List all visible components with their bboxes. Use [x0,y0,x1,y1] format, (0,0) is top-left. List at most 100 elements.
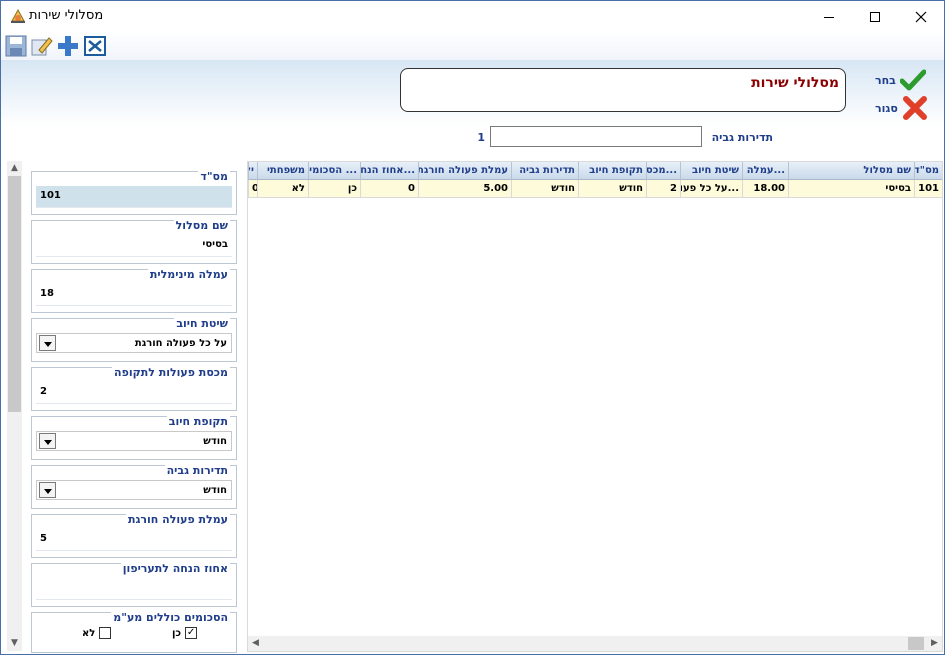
check-icon[interactable]: ✓ [185,627,198,639]
collection-frequency-value: חודש [203,485,227,496]
col-header-name[interactable]: שם מסלול [788,162,914,180]
close-label: סגור [875,101,898,115]
cell-id: 101 [914,180,942,198]
field-label: שם מסלול [173,219,230,232]
maximize-button[interactable] [852,1,898,32]
scroll-thumb[interactable] [908,637,924,650]
col-header-amounts[interactable]: ... הסכומים [308,162,360,180]
excess-fee-input[interactable]: 5 [36,529,232,551]
field-label: מכסת פעולות לתקופה [112,366,230,379]
billing-method-select[interactable]: על כל פעולה חורגת [36,333,232,353]
col-header-collection-frequency[interactable]: תדירות גביה [511,162,578,180]
quota-input[interactable]: 2 [36,382,232,404]
field-label: תדירות גביה [164,464,230,477]
dropdown-arrow-icon[interactable] [39,433,56,449]
form-scrollbar[interactable]: ▲ ▼ [7,161,22,651]
field-collection-frequency: תדירות גביה חודש [31,464,237,509]
app-window: מסלולי שירות מסלולי שירות בחר סגור תדירו… [0,0,945,655]
scroll-down-icon[interactable]: ▼ [7,636,22,651]
col-header-min-fee[interactable]: ...עמלה מ [742,162,788,180]
scroll-thumb[interactable] [8,176,21,412]
cell-min-fee: 18.00 [742,180,788,198]
excel-icon[interactable] [83,34,107,58]
title-box: מסלולי שירות [400,68,846,112]
col-header-family[interactable]: משפחתי [257,162,308,180]
save-icon[interactable] [4,34,28,58]
yes-label: כן [172,627,182,639]
field-label: הסכומים כוללים מע"מ [111,611,230,624]
col-header-id[interactable]: מס"ד [914,162,942,180]
field-excess-fee: עמלת פעולה חורגת 5 [31,513,237,558]
field-discount: אחוז הנחה לתעריפון [31,562,237,607]
col-header-discount[interactable]: ...אחוז הנח [360,162,418,180]
billing-period-select[interactable]: חודש [36,431,232,451]
no-checkbox[interactable]: לא [82,627,112,639]
dropdown-arrow-icon[interactable] [39,482,56,498]
scroll-left-icon[interactable]: ◀ [248,636,263,651]
field-label: עמלת פעולה חורגת [125,513,230,526]
app-icon [11,8,25,23]
field-quota: מכסת פעולות לתקופה 2 [31,366,237,411]
maximize-icon [870,11,880,22]
id-input[interactable]: 101 [36,186,232,208]
table-row[interactable]: 101 בסיסי 18.00 ...על כל פעול 2 חודש חוד… [248,180,942,198]
cell-discount: 0 [360,180,418,198]
col-header-billing-method[interactable]: שיטת חיוב [680,162,742,180]
title-bar: מסלולי שירות [1,1,944,32]
field-label: תקופת חיוב [166,415,230,428]
field-min-fee: עמלה מינימלית 18 [31,268,237,313]
scroll-right-icon[interactable]: ▶ [927,636,942,651]
cell-name: בסיסי [788,180,914,198]
cell-amounts: כן [308,180,360,198]
scroll-up-icon[interactable]: ▲ [7,161,22,176]
discount-input[interactable] [36,578,232,600]
frequency-label: תדירות גביה [711,131,773,144]
cell-excess-fee: 5.00 [418,180,511,198]
cell-extra: 0 [248,180,257,198]
field-label: אחוז הנחה לתעריפון [120,562,230,575]
minimize-icon [824,16,834,18]
yes-checkbox[interactable]: כן ✓ [172,627,198,639]
field-label: עמלה מינימלית [147,268,230,281]
close-window-button[interactable] [898,1,944,32]
edit-icon[interactable] [29,34,53,58]
col-header-extra[interactable]: יל [248,162,257,180]
cell-collection-frequency: חודש [511,180,578,198]
record-count: 1 [477,131,485,144]
no-label: לא [82,627,96,639]
field-label: מס"ד [198,170,230,183]
choose-button[interactable]: בחר [875,68,926,92]
cell-billing-method: ...על כל פעול [680,180,742,198]
name-input[interactable]: בסיסי [36,235,232,257]
x-icon [902,96,927,120]
col-header-billing-period[interactable]: תקופת חיוב [578,162,646,180]
page-title: מסלולי שירות [751,75,839,91]
frequency-input[interactable] [490,126,702,147]
cell-billing-period: חודש [578,180,646,198]
checkbox-icon[interactable] [99,627,112,639]
billing-period-value: חודש [203,436,227,447]
field-includes-vat: הסכומים כוללים מע"מ כן ✓ לא [31,611,237,653]
field-billing-period: תקופת חיוב חודש [31,415,237,460]
checkmark-icon [899,69,926,91]
close-icon [915,11,927,22]
field-name: שם מסלול בסיסי [31,219,237,264]
field-label: שיטת חיוב [174,317,230,330]
col-header-excess-fee[interactable]: עמלת פעולה חורגת [418,162,511,180]
grid-header: מס"ד שם מסלול ...עמלה מ שיטת חיוב ...מכס… [248,162,942,180]
cell-family: לא [257,180,308,198]
min-fee-input[interactable]: 18 [36,284,232,306]
field-id: מס"ד 101 [31,170,237,215]
col-header-quota[interactable]: ...מכס [646,162,680,180]
billing-method-value: על כל פעולה חורגת [134,338,227,349]
minimize-button[interactable] [806,1,852,32]
choose-label: בחר [875,73,896,87]
cell-quota: 2 [646,180,680,198]
close-button[interactable]: סגור [875,96,928,120]
header-band: מסלולי שירות בחר סגור תדירות גביה 1 [1,60,944,155]
toolbar [1,32,944,60]
grid-scrollbar[interactable]: ◀ ▶ [248,636,942,651]
add-icon[interactable] [56,34,80,58]
dropdown-arrow-icon[interactable] [39,335,56,351]
collection-frequency-select[interactable]: חודש [36,480,232,500]
